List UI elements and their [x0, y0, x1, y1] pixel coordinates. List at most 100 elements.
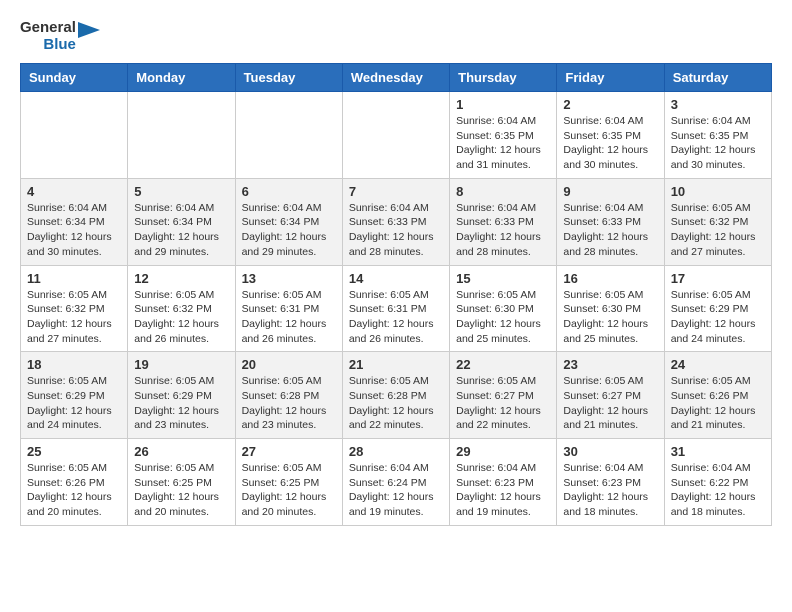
day-info: Sunrise: 6:04 AMSunset: 6:34 PMDaylight:… — [134, 201, 228, 260]
day-number: 27 — [242, 444, 336, 459]
day-number: 8 — [456, 184, 550, 199]
calendar-header-friday: Friday — [557, 64, 664, 92]
calendar-cell: 10Sunrise: 6:05 AMSunset: 6:32 PMDayligh… — [664, 178, 771, 265]
day-info: Sunrise: 6:05 AMSunset: 6:26 PMDaylight:… — [27, 461, 121, 520]
day-number: 25 — [27, 444, 121, 459]
calendar-cell: 2 Sunrise: 6:04 AMSunset: 6:35 PMDaylight… — [557, 92, 664, 179]
calendar-header-tuesday: Tuesday — [235, 64, 342, 92]
calendar-cell: 26 Sunrise: 6:05 AMSunset: 6:25 PMDayligh… — [128, 439, 235, 526]
day-info: Sunrise: 6:05 AMSunset: 6:32 PMDaylight:… — [27, 288, 121, 347]
day-number: 14 — [349, 271, 443, 286]
day-info: Sunrise: 6:04 AMSunset: 6:35 PMDaylight:… — [671, 114, 765, 173]
calendar-week-2: 4 Sunrise: 6:04 AMSunset: 6:34 PMDaylight… — [21, 178, 772, 265]
day-info: Sunrise: 6:05 AMSunset: 6:26 PMDaylight:… — [671, 374, 765, 433]
logo: General Blue — [20, 20, 100, 53]
day-number: 13 — [242, 271, 336, 286]
day-number: 24 — [671, 357, 765, 372]
calendar-cell: 8 Sunrise: 6:04 AMSunset: 6:33 PMDaylight… — [450, 178, 557, 265]
day-info: Sunrise: 6:04 AMSunset: 6:35 PMDaylight:… — [563, 114, 657, 173]
day-info: Sunrise: 6:04 AMSunset: 6:33 PMDaylight:… — [563, 201, 657, 260]
day-info: Sunrise: 6:05 AMSunset: 6:31 PMDaylight:… — [242, 288, 336, 347]
calendar-cell: 3 Sunrise: 6:04 AMSunset: 6:35 PMDaylight… — [664, 92, 771, 179]
calendar-cell: 24 Sunrise: 6:05 AMSunset: 6:26 PMDayligh… — [664, 352, 771, 439]
calendar-cell: 1 Sunrise: 6:04 AMSunset: 6:35 PMDaylight… — [450, 92, 557, 179]
day-number: 1 — [456, 97, 550, 112]
day-number: 17 — [671, 271, 765, 286]
day-number: 23 — [563, 357, 657, 372]
day-info: Sunrise: 6:05 AMSunset: 6:27 PMDaylight:… — [456, 374, 550, 433]
day-number: 18 — [27, 357, 121, 372]
calendar-cell: 30Sunrise: 6:04 AMSunset: 6:23 PMDayligh… — [557, 439, 664, 526]
day-number: 5 — [134, 184, 228, 199]
day-number: 10 — [671, 184, 765, 199]
logo-blue-text: Blue — [43, 37, 76, 54]
calendar-week-3: 11 Sunrise: 6:05 AMSunset: 6:32 PMDayligh… — [21, 265, 772, 352]
calendar-cell — [235, 92, 342, 179]
calendar-cell: 29Sunrise: 6:04 AMSunset: 6:23 PMDayligh… — [450, 439, 557, 526]
day-number: 21 — [349, 357, 443, 372]
day-number: 11 — [27, 271, 121, 286]
logo-general-text: General — [20, 20, 76, 37]
calendar-cell: 25 Sunrise: 6:05 AMSunset: 6:26 PMDayligh… — [21, 439, 128, 526]
day-number: 9 — [563, 184, 657, 199]
calendar-cell: 11 Sunrise: 6:05 AMSunset: 6:32 PMDayligh… — [21, 265, 128, 352]
calendar-cell: 17Sunrise: 6:05 AMSunset: 6:29 PMDayligh… — [664, 265, 771, 352]
calendar-header-thursday: Thursday — [450, 64, 557, 92]
day-info: Sunrise: 6:04 AMSunset: 6:33 PMDaylight:… — [349, 201, 443, 260]
day-number: 28 — [349, 444, 443, 459]
calendar-cell: 13 Sunrise: 6:05 AMSunset: 6:31 PMDayligh… — [235, 265, 342, 352]
calendar-header-saturday: Saturday — [664, 64, 771, 92]
logo-flag-icon — [78, 22, 100, 52]
calendar-header-wednesday: Wednesday — [342, 64, 449, 92]
day-number: 16 — [563, 271, 657, 286]
calendar-cell — [128, 92, 235, 179]
calendar-cell: 20 Sunrise: 6:05 AMSunset: 6:28 PMDayligh… — [235, 352, 342, 439]
day-number: 2 — [563, 97, 657, 112]
calendar-cell — [21, 92, 128, 179]
day-info: Sunrise: 6:05 AMSunset: 6:29 PMDaylight:… — [134, 374, 228, 433]
page-header: General Blue — [20, 20, 772, 53]
calendar-cell: 23 Sunrise: 6:05 AMSunset: 6:27 PMDayligh… — [557, 352, 664, 439]
calendar-cell: 15Sunrise: 6:05 AMSunset: 6:30 PMDayligh… — [450, 265, 557, 352]
day-number: 12 — [134, 271, 228, 286]
day-number: 3 — [671, 97, 765, 112]
calendar-cell: 6 Sunrise: 6:04 AMSunset: 6:34 PMDaylight… — [235, 178, 342, 265]
day-info: Sunrise: 6:05 AMSunset: 6:27 PMDaylight:… — [563, 374, 657, 433]
day-number: 4 — [27, 184, 121, 199]
day-info: Sunrise: 6:04 AMSunset: 6:33 PMDaylight:… — [456, 201, 550, 260]
calendar-cell — [342, 92, 449, 179]
day-info: Sunrise: 6:05 AMSunset: 6:25 PMDaylight:… — [134, 461, 228, 520]
calendar-cell: 7Sunrise: 6:04 AMSunset: 6:33 PMDaylight… — [342, 178, 449, 265]
calendar-header-sunday: Sunday — [21, 64, 128, 92]
calendar-cell: 16Sunrise: 6:05 AMSunset: 6:30 PMDayligh… — [557, 265, 664, 352]
day-number: 6 — [242, 184, 336, 199]
day-info: Sunrise: 6:05 AMSunset: 6:32 PMDaylight:… — [134, 288, 228, 347]
calendar-header-row: SundayMondayTuesdayWednesdayThursdayFrid… — [21, 64, 772, 92]
calendar-week-1: 1 Sunrise: 6:04 AMSunset: 6:35 PMDaylight… — [21, 92, 772, 179]
calendar-cell: 18Sunrise: 6:05 AMSunset: 6:29 PMDayligh… — [21, 352, 128, 439]
calendar-cell: 22 Sunrise: 6:05 AMSunset: 6:27 PMDayligh… — [450, 352, 557, 439]
day-info: Sunrise: 6:04 AMSunset: 6:34 PMDaylight:… — [27, 201, 121, 260]
day-number: 19 — [134, 357, 228, 372]
day-info: Sunrise: 6:04 AMSunset: 6:24 PMDaylight:… — [349, 461, 443, 520]
calendar-cell: 9 Sunrise: 6:04 AMSunset: 6:33 PMDaylight… — [557, 178, 664, 265]
day-info: Sunrise: 6:04 AMSunset: 6:35 PMDaylight:… — [456, 114, 550, 173]
day-info: Sunrise: 6:05 AMSunset: 6:31 PMDaylight:… — [349, 288, 443, 347]
day-number: 30 — [563, 444, 657, 459]
day-number: 20 — [242, 357, 336, 372]
calendar-cell: 14 Sunrise: 6:05 AMSunset: 6:31 PMDayligh… — [342, 265, 449, 352]
day-info: Sunrise: 6:04 AMSunset: 6:34 PMDaylight:… — [242, 201, 336, 260]
day-number: 29 — [456, 444, 550, 459]
calendar-cell: 31Sunrise: 6:04 AMSunset: 6:22 PMDayligh… — [664, 439, 771, 526]
calendar-cell: 12 Sunrise: 6:05 AMSunset: 6:32 PMDayligh… — [128, 265, 235, 352]
calendar-table: SundayMondayTuesdayWednesdayThursdayFrid… — [20, 63, 772, 526]
calendar-cell: 27Sunrise: 6:05 AMSunset: 6:25 PMDayligh… — [235, 439, 342, 526]
calendar-cell: 5 Sunrise: 6:04 AMSunset: 6:34 PMDaylight… — [128, 178, 235, 265]
calendar-cell: 19 Sunrise: 6:05 AMSunset: 6:29 PMDayligh… — [128, 352, 235, 439]
day-number: 22 — [456, 357, 550, 372]
calendar-cell: 21Sunrise: 6:05 AMSunset: 6:28 PMDayligh… — [342, 352, 449, 439]
day-info: Sunrise: 6:05 AMSunset: 6:28 PMDaylight:… — [242, 374, 336, 433]
calendar-cell: 4 Sunrise: 6:04 AMSunset: 6:34 PMDaylight… — [21, 178, 128, 265]
calendar-cell: 28 Sunrise: 6:04 AMSunset: 6:24 PMDayligh… — [342, 439, 449, 526]
day-number: 26 — [134, 444, 228, 459]
